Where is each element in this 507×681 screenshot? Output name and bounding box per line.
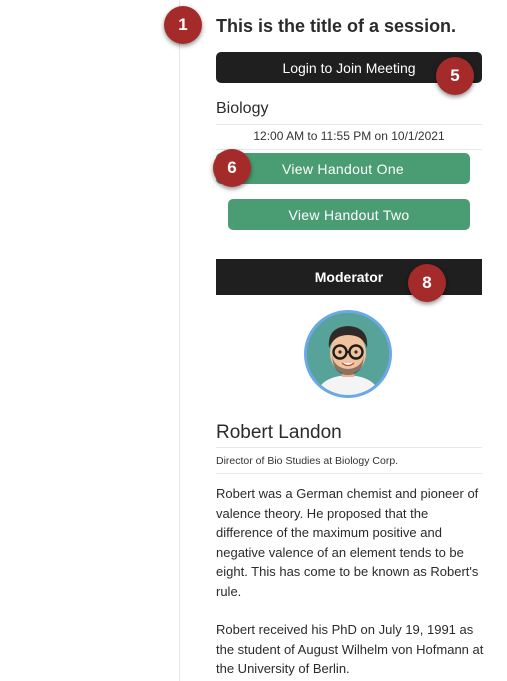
moderator-avatar xyxy=(304,310,392,398)
divider xyxy=(216,447,482,448)
divider xyxy=(216,473,482,474)
bio-paragraph: Robert was a German chemist and pioneer … xyxy=(216,486,479,599)
view-handout-two-button[interactable]: View Handout Two xyxy=(228,199,470,230)
bio-paragraph: Robert received his PhD on July 19, 1991… xyxy=(216,622,484,676)
moderator-role: Director of Bio Studies at Biology Corp. xyxy=(216,455,399,467)
divider xyxy=(216,149,482,150)
moderator-name: Robert Landon xyxy=(216,422,342,443)
session-time: 12:00 AM to 11:55 PM on 10/1/2021 xyxy=(253,129,445,143)
avatar-illustration xyxy=(307,313,389,395)
callout-badge-5: 5 xyxy=(436,57,474,95)
callout-badge-8: 8 xyxy=(408,264,446,302)
callout-badge-1: 1 xyxy=(164,6,202,44)
callout-badge-6: 6 xyxy=(213,149,251,187)
session-title: This is the title of a session. xyxy=(216,16,457,36)
left-pane xyxy=(0,0,180,681)
session-category: Biology xyxy=(216,100,269,117)
divider xyxy=(216,124,482,125)
view-handout-one-button[interactable]: View Handout One xyxy=(216,153,470,184)
